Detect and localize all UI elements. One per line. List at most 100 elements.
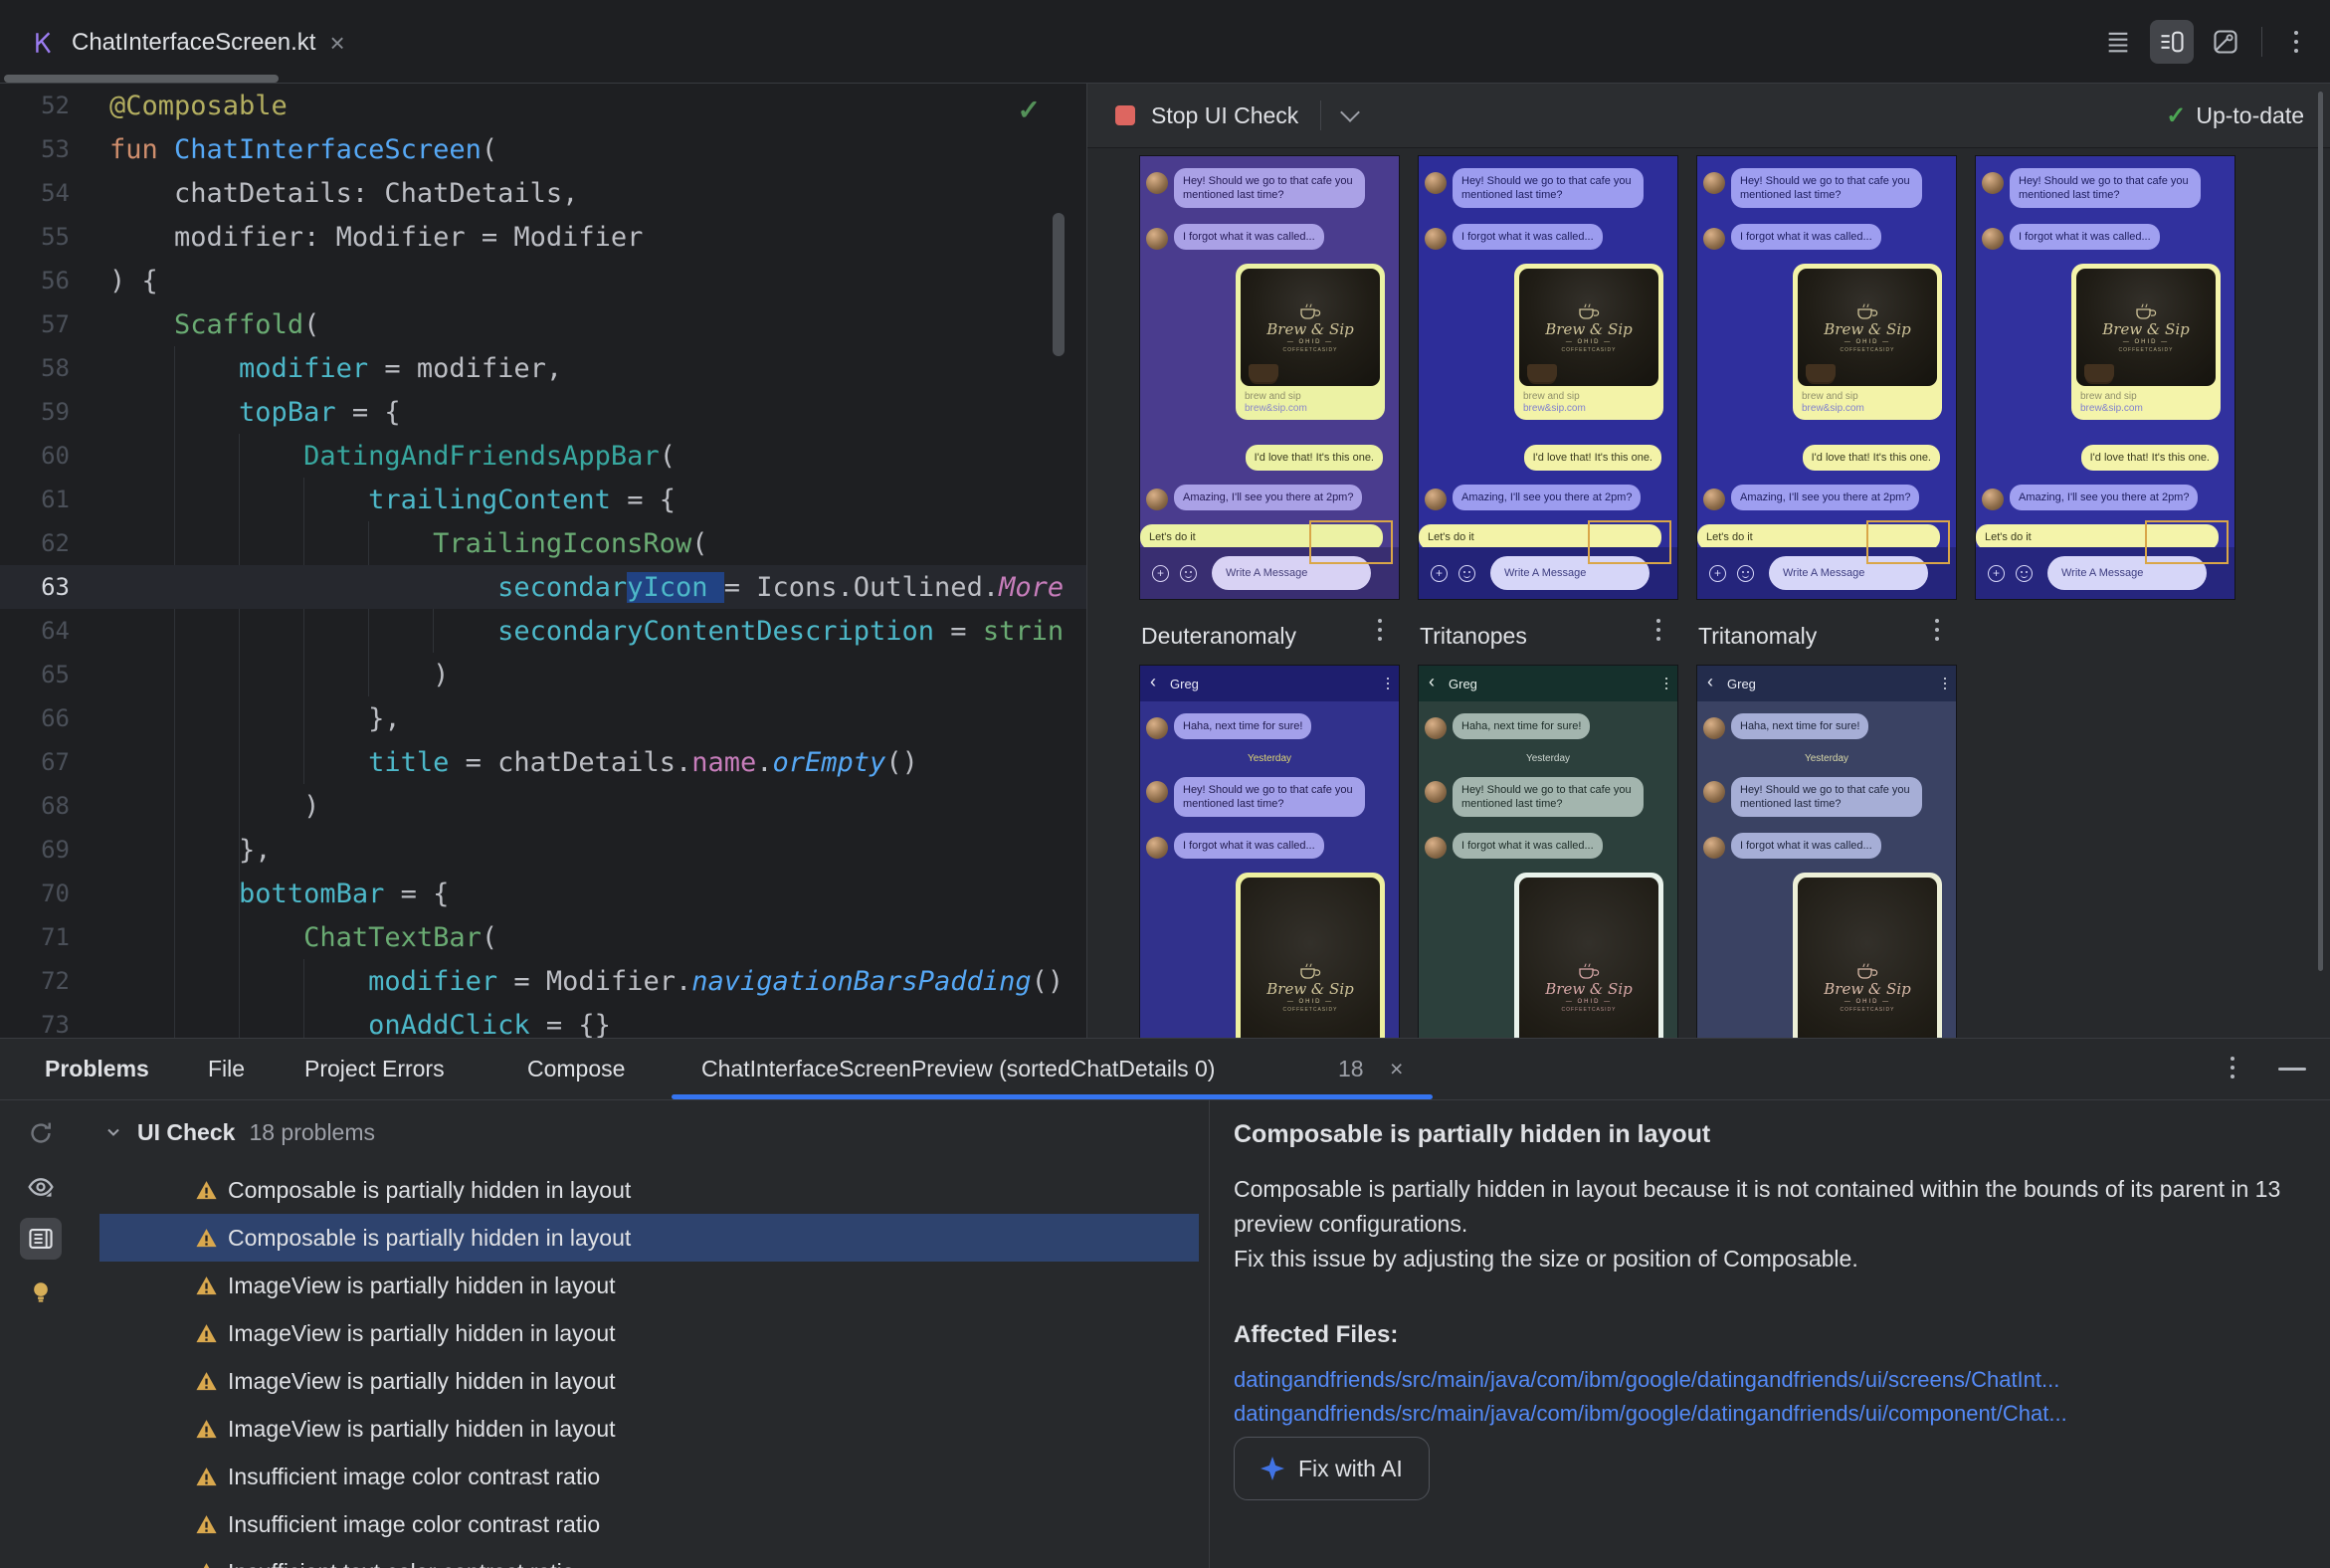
link-preview-card: Brew & Sip — OHID — COFFEETCASIDY brew and …	[2071, 264, 2221, 420]
chat-bubble: Hey! Should we go to that cafe you menti…	[1453, 168, 1644, 208]
phone-preview[interactable]: ‹ Greg Haha, next time for sure! Yesterday H…	[1418, 665, 1678, 1038]
chat-bubble: Amazing, I'll see you there at 2pm?	[1174, 485, 1363, 510]
problem-description: Composable is partially hidden in layout…	[1234, 1172, 2290, 1276]
card-image: Brew & Sip — OHID — COFFEETCASIDY	[1241, 269, 1380, 386]
avatar	[1982, 489, 2004, 510]
avatar	[1146, 228, 1168, 250]
preview-config-label: Tritanomaly	[1698, 623, 1818, 649]
card-caption: brew and sip	[1245, 391, 1301, 402]
phone-preview[interactable]: Hey! Should we go to that cafe you menti…	[1696, 155, 1957, 600]
problem-item-label: Composable is partially hidden in layout	[228, 1176, 632, 1203]
emoji-icon	[1737, 565, 1754, 582]
chat-bubble: Haha, next time for sure!	[1174, 713, 1312, 739]
tab-compose[interactable]: Compose	[527, 1039, 625, 1099]
tab-close-icon[interactable]: ×	[329, 30, 344, 56]
inspections-ok-icon[interactable]: ✓	[1018, 94, 1041, 126]
avatar	[1146, 717, 1168, 739]
preview-menu-kebab[interactable]	[1378, 619, 1382, 641]
problem-item-label: ImageView is partially hidden in layout	[228, 1272, 616, 1298]
problem-item[interactable]: ImageView is partially hidden in layout	[0, 1357, 1209, 1405]
fix-with-ai-button[interactable]: Fix with AI	[1234, 1437, 1430, 1500]
tab-close-icon[interactable]: ×	[1390, 1039, 1403, 1099]
code-editor[interactable]: 52 @Composable 53 fun ChatInterfaceScreen(5…	[0, 84, 1087, 1038]
chevron-down-icon	[107, 1128, 119, 1136]
tab-preview-active[interactable]: ChatInterfaceScreenPreview (sortedChatDe…	[701, 1039, 1215, 1099]
preview-panel: Stop UI Check ✓ Up-to-date Hey! Should w…	[1087, 84, 2330, 1038]
avatar	[1703, 172, 1725, 194]
problem-item[interactable]: Insufficient image color contrast ratio	[0, 1500, 1209, 1548]
phone-preview[interactable]: ‹ Greg Haha, next time for sure! Yesterday H…	[1696, 665, 1957, 1038]
line-number: 66	[41, 704, 70, 732]
refresh-icon[interactable]	[20, 1112, 62, 1154]
link-preview-card: Brew & Sip — OHID — COFFEETCASIDY brew and …	[1236, 264, 1385, 420]
toolbar-separator	[2261, 27, 2262, 57]
code-line: 59 topBar = {	[0, 390, 1086, 434]
affected-file-link[interactable]: datingandfriends/src/main/java/com/ibm/g…	[1234, 1401, 2067, 1427]
problem-item-label: ImageView is partially hidden in layout	[228, 1415, 616, 1442]
warning-icon	[195, 1227, 218, 1250]
problem-item[interactable]: Composable is partially hidden in layout	[0, 1166, 1209, 1214]
problem-item[interactable]: Insufficient text color contrast ratio	[0, 1548, 1209, 1568]
code-view-button[interactable]	[2096, 20, 2140, 64]
problem-item[interactable]: ImageView is partially hidden in layout	[0, 1405, 1209, 1453]
editor-tab[interactable]: ChatInterfaceScreen.kt ×	[22, 18, 355, 68]
card-image: Brew & Sip — OHID — COFFEETCASIDY	[1519, 878, 1658, 1038]
phone-preview[interactable]: ‹ Greg Haha, next time for sure! Yesterday H…	[1139, 665, 1400, 1038]
affected-file-link[interactable]: datingandfriends/src/main/java/com/ibm/g…	[1234, 1367, 2059, 1393]
code-line: 63 secondaryIcon = Icons.Outlined.More	[0, 565, 1086, 609]
stop-ui-check-button[interactable]: Stop UI Check	[1151, 102, 1298, 129]
problem-item[interactable]: ImageView is partially hidden in layout	[0, 1262, 1209, 1309]
contact-name: Greg	[1449, 676, 1477, 691]
coffee-cup-photo	[1249, 364, 1278, 382]
chat-bubble: I'd love that! It's this one.	[1523, 445, 1661, 471]
card-image: Brew & Sip — OHID — COFFEETCASIDY	[2076, 269, 2216, 386]
phone-preview[interactable]: Hey! Should we go to that cafe you menti…	[1975, 155, 2235, 600]
tool-window-options-kebab[interactable]	[2221, 1057, 2244, 1078]
preview-scrollbar-thumb[interactable]	[2318, 92, 2323, 971]
problem-item-label: ImageView is partially hidden in layout	[228, 1367, 616, 1394]
warning-icon	[195, 1370, 218, 1393]
code-line: 73 onAddClick = {}	[0, 1003, 1086, 1039]
horizontal-scrollbar-thumb[interactable]	[4, 75, 279, 83]
line-number: 64	[41, 617, 70, 645]
design-view-button[interactable]	[2204, 20, 2247, 64]
preview-menu-kebab[interactable]	[1656, 619, 1660, 641]
tab-file[interactable]: File	[208, 1039, 245, 1099]
problems-tool-window: Problems File Project Errors Compose Cha…	[0, 1038, 2330, 1568]
phone-preview[interactable]: Hey! Should we go to that cafe you menti…	[1139, 155, 1400, 600]
problem-item[interactable]: Insufficient image color contrast ratio	[0, 1453, 1209, 1500]
phone-app-bar: ‹ Greg	[1140, 666, 1399, 701]
card-link: brew&sip.com	[1245, 403, 1307, 414]
link-preview-card: Brew & Sip — OHID — COFFEETCASIDY brew and …	[1793, 264, 1942, 420]
chat-bubble: I forgot what it was called...	[1731, 833, 1881, 859]
chevron-down-icon[interactable]	[1340, 102, 1361, 122]
editor-scrollbar-thumb[interactable]	[1053, 213, 1065, 356]
preview-canvas[interactable]: Hey! Should we go to that cafe you menti…	[1087, 147, 2330, 1038]
split-view-button[interactable]	[2150, 20, 2194, 64]
ui-check-highlight	[1309, 520, 1393, 564]
tab-project-errors[interactable]: Project Errors	[304, 1039, 445, 1099]
card-caption: brew and sip	[1802, 391, 1858, 402]
chat-bubble: Haha, next time for sure!	[1731, 713, 1869, 739]
coffee-cup-icon	[1300, 963, 1321, 979]
line-number: 72	[41, 967, 70, 995]
avatar	[1703, 489, 1725, 510]
problem-item[interactable]: ImageView is partially hidden in layout	[0, 1309, 1209, 1357]
back-icon: ‹	[1150, 672, 1156, 691]
check-icon: ✓	[2166, 101, 2187, 129]
avatar	[1146, 837, 1168, 859]
tool-window-tab-bar: Problems File Project Errors Compose Cha…	[0, 1039, 2330, 1100]
line-number: 59	[41, 398, 70, 426]
status-label: Up-to-date	[2196, 101, 2304, 128]
phone-app-bar: ‹ Greg	[1697, 666, 1956, 701]
chat-bubble: Hey! Should we go to that cafe you menti…	[1174, 168, 1365, 208]
card-brand-subtitle: — OHID —	[2122, 338, 2170, 345]
editor-options-kebab[interactable]	[2284, 31, 2308, 53]
minimize-icon[interactable]	[2278, 1068, 2306, 1071]
coffee-cup-photo	[1527, 364, 1557, 382]
tree-group-header[interactable]: UI Check 18 problems	[103, 1108, 375, 1156]
preview-menu-kebab[interactable]	[1935, 619, 1939, 641]
preview-config-label: Deuteranomaly	[1141, 623, 1296, 649]
problem-item[interactable]: Composable is partially hidden in layout	[0, 1214, 1209, 1262]
phone-preview[interactable]: Hey! Should we go to that cafe you menti…	[1418, 155, 1678, 600]
